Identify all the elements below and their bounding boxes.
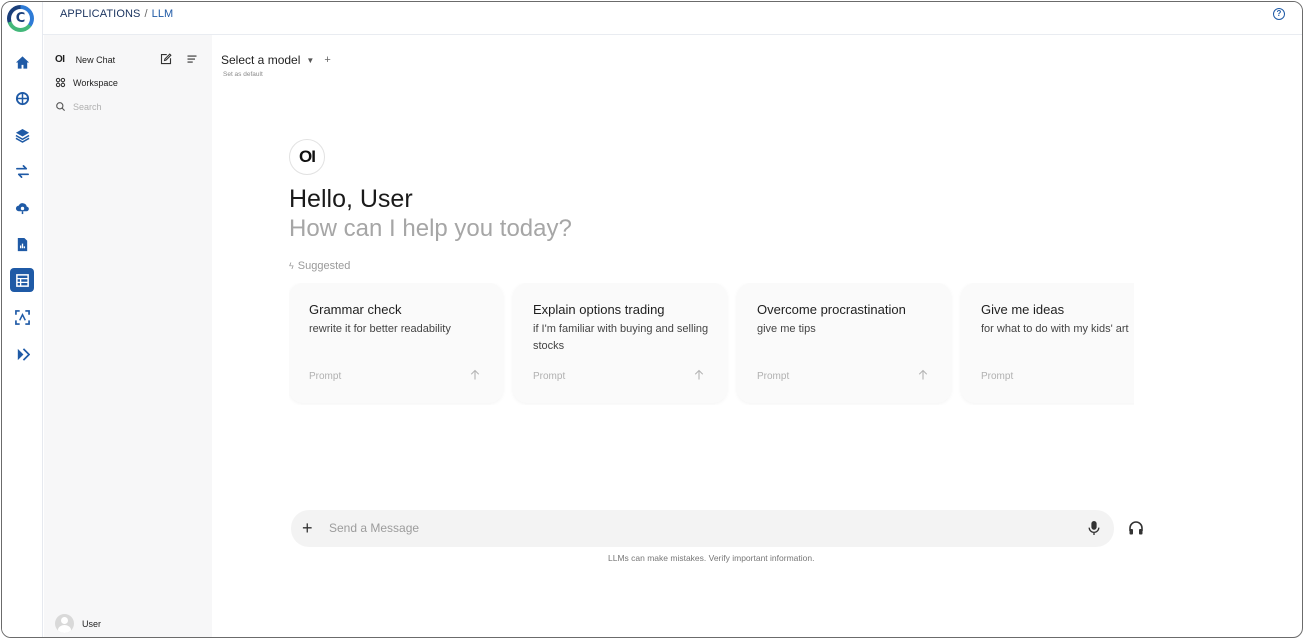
top-bar: APPLICATIONS / LLM ?	[43, 2, 1302, 35]
suggestion-title: Grammar check	[309, 302, 402, 317]
new-chat-button[interactable]: OI New Chat	[55, 54, 115, 65]
suggestion-title: Explain options trading	[533, 302, 665, 317]
message-input[interactable]	[329, 519, 1029, 537]
set-as-default-link[interactable]: Set as default	[223, 71, 263, 78]
expand-icon	[17, 347, 30, 361]
suggestion-prompt-label: Prompt	[309, 371, 342, 382]
suggestion-cards: Grammar check rewrite it for better read…	[289, 283, 1134, 405]
rail-transfer[interactable]	[10, 159, 34, 183]
suggestion-card[interactable]: Explain options trading if I'm familiar …	[513, 283, 727, 403]
suggestion-subtitle: if I'm familiar with buying and selling …	[533, 323, 709, 352]
suggestion-title: Overcome procrastination	[757, 302, 906, 317]
icon-rail: C	[2, 2, 43, 637]
workspace-label: Workspace	[73, 77, 118, 88]
rail-scan[interactable]	[10, 305, 34, 329]
headphones-icon[interactable]	[1128, 520, 1144, 536]
brain-icon	[15, 91, 29, 105]
attach-button[interactable]: +	[302, 518, 313, 538]
rail-expand[interactable]	[10, 342, 34, 366]
suggested-header: ϟ Suggested	[289, 260, 350, 272]
breadcrumb-applications[interactable]: APPLICATIONS	[60, 8, 140, 20]
breadcrumb-llm: LLM	[151, 8, 174, 20]
app-window: C APPLICATIONS / LLM ? OI New Chat Works…	[1, 1, 1303, 638]
suggestion-prompt-label: Prompt	[981, 371, 1014, 382]
breadcrumb-separator: /	[144, 8, 148, 20]
user-menu[interactable]: User	[55, 614, 101, 633]
app-logo[interactable]: C	[7, 5, 34, 32]
workspace-icon	[55, 77, 66, 88]
arrow-up-icon	[470, 369, 480, 380]
suggestion-card[interactable]: Overcome procrastination give me tips Pr…	[737, 283, 951, 403]
suggestion-prompt-label: Prompt	[757, 371, 790, 382]
message-composer: +	[291, 510, 1114, 547]
sidebar-brand: OI	[55, 54, 65, 65]
avatar	[55, 614, 74, 633]
arrow-up-icon	[694, 369, 704, 380]
scan-icon	[14, 309, 30, 325]
chat-sidebar: OI New Chat Workspace Search User	[44, 35, 212, 637]
rail-applications[interactable]	[10, 268, 34, 292]
new-chat-label: New Chat	[75, 54, 116, 65]
suggestion-subtitle: give me tips	[757, 323, 816, 335]
home-icon	[15, 55, 29, 69]
sidebar-item-workspace[interactable]: Workspace	[55, 77, 118, 88]
sort-menu-icon[interactable]	[186, 53, 198, 65]
search-placeholder: Search	[73, 101, 102, 112]
transfer-icon	[15, 164, 29, 178]
layers-icon	[15, 128, 29, 143]
greeting-title: Hello, User	[289, 185, 413, 213]
model-select-label: Select a model	[221, 53, 301, 67]
help-icon[interactable]: ?	[1273, 8, 1285, 20]
suggestion-prompt-label: Prompt	[533, 371, 566, 382]
rail-layers[interactable]	[10, 123, 34, 147]
cloud-cog-icon	[15, 202, 29, 214]
greeting-subtitle: How can I help you today?	[289, 215, 572, 242]
suggestion-card[interactable]: Grammar check rewrite it for better read…	[289, 283, 503, 403]
rail-cloud[interactable]	[10, 195, 34, 219]
user-name: User	[82, 618, 102, 629]
suggestion-title: Give me ideas	[981, 302, 1065, 317]
rail-reports[interactable]	[10, 232, 34, 256]
search-icon	[56, 102, 66, 112]
chevron-down-icon: ▼	[306, 55, 315, 65]
apps-grid-icon	[15, 273, 29, 287]
bolt-icon: ϟ	[289, 261, 294, 271]
sidebar-search[interactable]: Search	[55, 101, 102, 112]
suggestion-subtitle: for what to do with my kids' art	[981, 323, 1129, 335]
arrow-up-icon	[918, 369, 928, 380]
edit-icon[interactable]	[160, 53, 172, 65]
rail-home[interactable]	[10, 50, 34, 74]
model-selector[interactable]: Select a model ▼ +	[221, 53, 331, 67]
breadcrumb: APPLICATIONS / LLM	[60, 8, 173, 20]
microphone-icon[interactable]	[1087, 520, 1101, 536]
report-icon	[17, 237, 27, 251]
suggestion-subtitle: rewrite it for better readability	[309, 323, 451, 335]
app-logo-letter: C	[11, 9, 30, 28]
assistant-logo: OI	[289, 139, 325, 175]
suggestion-card[interactable]: Give me ideas for what to do with my kid…	[961, 283, 1134, 403]
rail-ai[interactable]	[10, 86, 34, 110]
suggested-label: Suggested	[297, 260, 351, 272]
disclaimer-text: LLMs can make mistakes. Verify important…	[608, 553, 815, 563]
add-model-button[interactable]: +	[324, 54, 330, 66]
